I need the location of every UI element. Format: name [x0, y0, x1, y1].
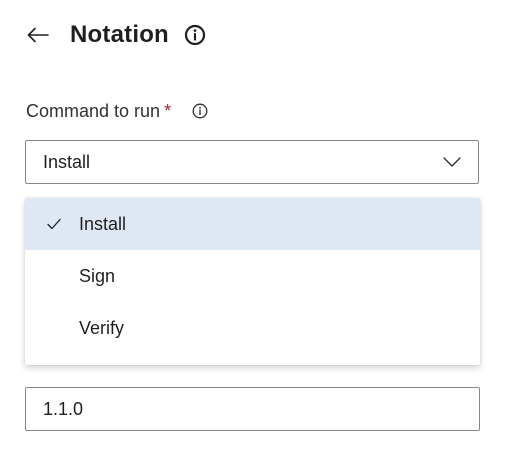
info-icon [184, 24, 206, 46]
command-dropdown[interactable]: Install [25, 140, 479, 184]
menu-item-label: Install [79, 213, 127, 234]
arrow-left-icon [27, 27, 49, 43]
info-icon [192, 103, 208, 119]
menu-item-install[interactable]: Install [25, 198, 480, 250]
menu-item-verify[interactable]: Verify [25, 302, 480, 354]
page-title: Notation [70, 21, 169, 48]
menu-item-sign[interactable]: Sign [25, 250, 480, 302]
command-field-label: Command to run [26, 100, 161, 121]
checkmark-icon [45, 198, 63, 250]
title-info-button[interactable] [183, 23, 207, 47]
command-info-button[interactable] [191, 102, 209, 120]
header: Notation [26, 18, 207, 52]
notation-task-panel: Notation Command to run * Install Instal… [0, 0, 506, 453]
menu-item-label: Sign [79, 265, 116, 286]
menu-item-label: Verify [79, 317, 125, 338]
required-indicator: * [164, 100, 172, 121]
command-dropdown-menu: Install Sign Verify [25, 198, 480, 365]
command-field-label-row: Command to run * [26, 99, 209, 123]
chevron-down-icon [442, 152, 462, 172]
back-button[interactable] [26, 23, 50, 47]
version-input[interactable] [25, 387, 480, 431]
dropdown-selected-value: Install [43, 151, 91, 172]
